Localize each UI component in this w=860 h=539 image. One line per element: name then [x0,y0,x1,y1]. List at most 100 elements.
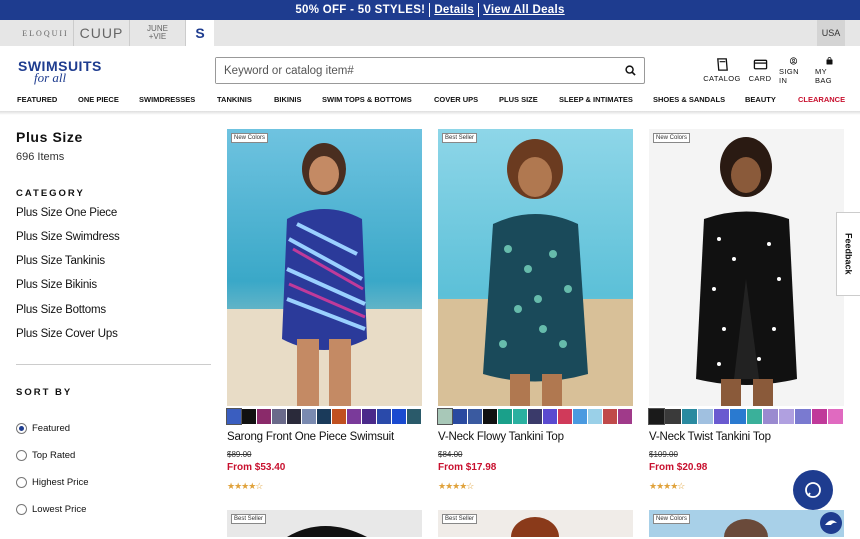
sign-in-button[interactable]: SIGN IN [779,57,807,85]
product-card[interactable]: Best Seller [438,510,633,537]
radio[interactable] [16,476,27,488]
color-swatch[interactable] [302,409,316,424]
color-swatch[interactable] [362,409,376,424]
color-swatch[interactable] [714,409,730,424]
brand-cuup-link[interactable]: CUUP [74,20,130,46]
feedback-tab[interactable]: Feedback [836,212,860,296]
color-swatch[interactable] [827,409,843,424]
category-link-one-piece[interactable]: Plus Size One Piece [16,207,117,219]
nav-beauty[interactable]: BEAUTY [745,95,776,104]
sort-option-label: Top Rated [32,449,76,461]
catalog-label: CATALOG [703,74,741,83]
color-swatch[interactable] [332,409,346,424]
nav-featured[interactable]: FEATURED [17,95,57,104]
color-swatch[interactable] [665,409,681,424]
color-swatch[interactable] [347,409,361,424]
country-selector[interactable]: USA [817,20,845,46]
original-price: $84.00 [438,450,463,459]
color-swatch[interactable] [392,409,406,424]
product-image[interactable]: New Colors [227,129,422,406]
color-swatch[interactable] [543,409,557,424]
color-swatch[interactable] [242,409,256,424]
my-bag-button[interactable]: MY BAG [815,57,844,85]
dolphin-icon[interactable] [820,512,842,534]
nav-plus-size[interactable]: PLUS SIZE [499,95,538,104]
nav-clearance[interactable]: CLEARANCE [798,95,845,104]
color-swatch[interactable] [483,409,497,424]
sort-option-label: Highest Price [32,476,89,488]
color-swatch[interactable] [681,409,697,424]
sort-option-highest-price[interactable]: Highest Price [16,476,89,488]
nav-cover-ups[interactable]: COVER UPS [434,95,478,104]
color-swatch[interactable] [528,409,542,424]
card-button[interactable]: CARD [748,57,772,85]
color-swatches [226,408,422,425]
promo-details-link[interactable]: Details [434,4,474,16]
color-swatch[interactable] [437,408,453,425]
nav-tankinis[interactable]: TANKINIS [217,95,252,104]
color-swatch[interactable] [272,409,286,424]
color-swatch[interactable] [647,408,666,425]
product-badge: New Colors [653,514,691,524]
sort-option-lowest-price[interactable]: Lowest Price [16,503,86,515]
color-swatch[interactable] [811,409,827,424]
product-badge: Best Seller [442,133,478,143]
search-icon[interactable] [625,65,636,76]
nav-sleep-intimates[interactable]: SLEEP & INTIMATES [559,95,633,104]
radio[interactable] [16,449,27,461]
category-link-cover-ups[interactable]: Plus Size Cover Ups [16,328,118,340]
sort-option-top-rated[interactable]: Top Rated [16,449,75,461]
color-swatch[interactable] [257,409,271,424]
catalog-button[interactable]: CATALOG [703,57,741,85]
nav-one-piece[interactable]: ONE PIECE [78,95,119,104]
header-shadow [0,111,860,115]
color-swatch[interactable] [287,409,301,424]
color-swatches [437,408,633,425]
color-swatch[interactable] [377,409,391,424]
color-swatch[interactable] [697,409,713,424]
radio[interactable] [16,503,27,515]
category-link-bottoms[interactable]: Plus Size Bottoms [16,304,106,316]
product-card[interactable]: New Colors [649,510,844,537]
color-swatch[interactable] [730,409,746,424]
color-swatch[interactable] [779,409,795,424]
category-link-tankinis[interactable]: Plus Size Tankinis [16,255,105,267]
product-name[interactable]: V-Neck Flowy Tankini Top [438,431,564,443]
brand-eloquii-link[interactable]: ELOQUII [18,20,74,46]
category-link-bikinis[interactable]: Plus Size Bikinis [16,279,97,291]
nav-shoes-sandals[interactable]: SHOES & SANDALS [653,95,725,104]
color-swatch[interactable] [513,409,527,424]
nav-swimdresses[interactable]: SWIMDRESSES [139,95,195,104]
nav-bikinis[interactable]: BIKINIS [274,95,302,104]
color-swatch[interactable] [588,409,602,424]
color-swatch[interactable] [468,409,482,424]
color-swatch[interactable] [573,409,587,424]
product-image[interactable]: New Colors [649,129,844,406]
color-swatch[interactable] [558,409,572,424]
product-image[interactable]: Best Seller [438,129,633,406]
sort-option-featured[interactable]: Featured [16,422,70,434]
category-link-swimdress[interactable]: Plus Size Swimdress [16,231,120,243]
promo-view-all-link[interactable]: View All Deals [483,4,565,16]
product-card[interactable]: Best Seller [227,510,422,537]
site-logo[interactable]: SWIMSUITS for all [18,58,101,85]
sort-option-label: Lowest Price [32,503,87,515]
product-name[interactable]: V-Neck Twist Tankini Top [649,431,771,443]
color-swatch[interactable] [746,409,762,424]
chat-button[interactable] [793,470,833,510]
color-swatch[interactable] [453,409,467,424]
brand-swimsuits-link[interactable]: S [186,20,214,46]
color-swatch[interactable] [603,409,617,424]
color-swatch[interactable] [317,409,331,424]
color-swatch[interactable] [762,409,778,424]
color-swatch[interactable] [795,409,811,424]
color-swatch[interactable] [498,409,512,424]
nav-swim-tops-bottoms[interactable]: SWIM TOPS & BOTTOMS [322,95,412,104]
color-swatch[interactable] [618,409,632,424]
brand-june-link[interactable]: JUNE +VIE [130,20,186,46]
radio-selected[interactable] [16,422,27,434]
search-input[interactable] [216,58,606,83]
color-swatch[interactable] [407,409,421,424]
color-swatch[interactable] [226,408,242,425]
product-name[interactable]: Sarong Front One Piece Swimsuit [227,431,394,443]
